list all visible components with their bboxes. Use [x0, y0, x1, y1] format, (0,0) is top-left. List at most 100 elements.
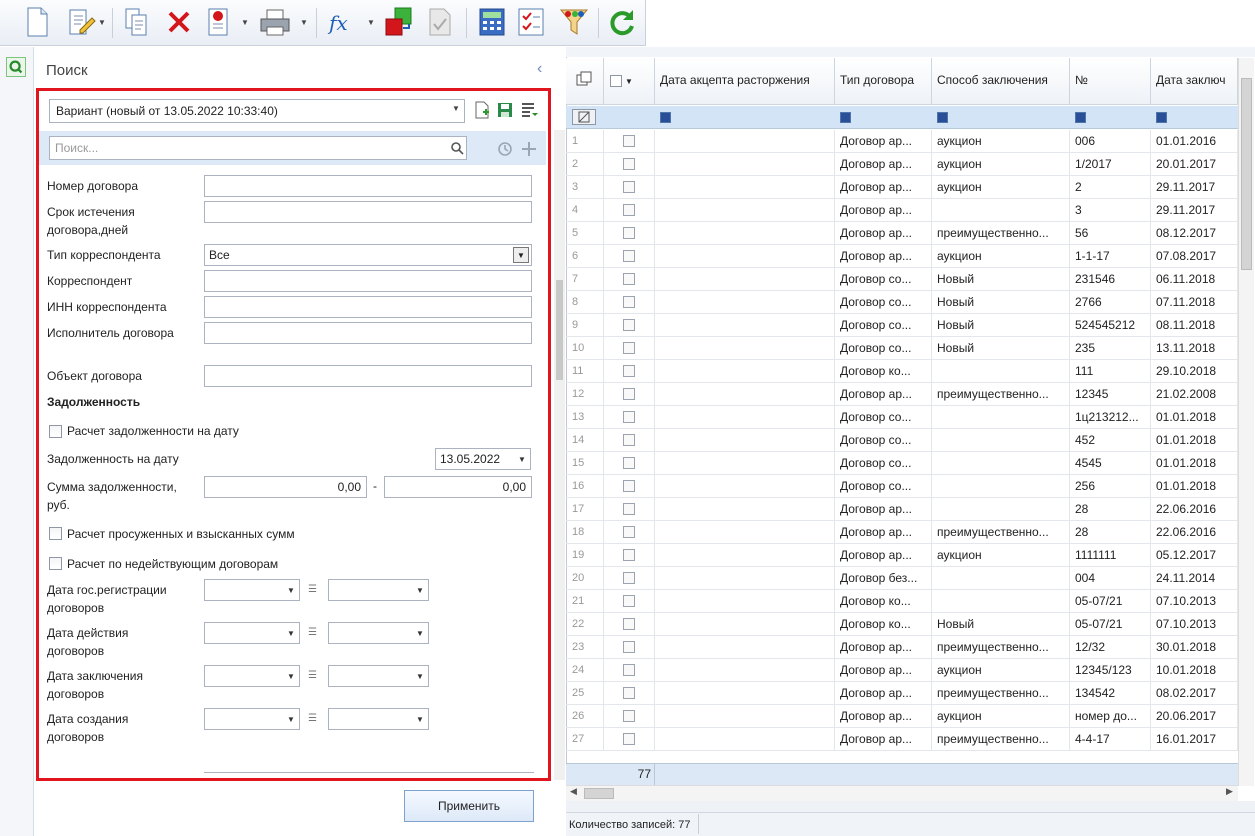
row-checkbox[interactable]: [623, 342, 635, 354]
table-row[interactable]: 16 Договор со... 256 01.01.2018: [566, 475, 1238, 498]
correspondent-input[interactable]: [204, 270, 532, 292]
row-checkbox[interactable]: [623, 181, 635, 193]
executor-input[interactable]: [204, 322, 532, 344]
chevron-down-icon[interactable]: ▼: [416, 586, 424, 595]
table-row[interactable]: 23 Договор ар... преимущественно... 12/32 30…: [566, 636, 1238, 659]
filter-toggle[interactable]: [840, 112, 851, 123]
check-document-icon[interactable]: [425, 6, 455, 38]
print-icon[interactable]: [258, 6, 292, 38]
row-checkbox[interactable]: [623, 250, 635, 262]
col-header-method[interactable]: Способ заключения: [932, 58, 1070, 105]
table-row[interactable]: 26 Договор ар... аукцион номер до... 20.06.2…: [566, 705, 1238, 728]
row-checkbox[interactable]: [623, 480, 635, 492]
new-document-icon[interactable]: [22, 6, 52, 38]
row-checkbox[interactable]: [623, 618, 635, 630]
edit-icon[interactable]: [66, 6, 96, 38]
row-checkbox[interactable]: [623, 526, 635, 538]
column-chooser-icon[interactable]: [575, 70, 593, 88]
debt-sum-to-input[interactable]: 0,00: [384, 476, 532, 498]
debt-sum-from-input[interactable]: 0,00: [204, 476, 367, 498]
row-checkbox[interactable]: [623, 204, 635, 216]
col-header-accept-date[interactable]: Дата акцепта расторжения: [655, 58, 835, 105]
search-icon[interactable]: [450, 141, 464, 155]
range-options-icon[interactable]: ☰: [308, 713, 317, 724]
table-row[interactable]: 18 Договор ар... преимущественно... 28 22.06…: [566, 521, 1238, 544]
row-checkbox[interactable]: [623, 319, 635, 331]
date-creation-from[interactable]: [204, 708, 300, 730]
table-row[interactable]: 11 Договор ко... 111 29.10.2018: [566, 360, 1238, 383]
row-checkbox[interactable]: [623, 549, 635, 561]
panel-scrollbar[interactable]: [554, 130, 565, 780]
table-row[interactable]: 10 Договор со... Новый 235 13.11.2018: [566, 337, 1238, 360]
row-checkbox[interactable]: [623, 135, 635, 147]
certificate-dropdown-icon[interactable]: ▼: [241, 18, 249, 27]
calc-overdue-checkbox[interactable]: [49, 527, 62, 540]
debt-date-picker[interactable]: 13.05.2022: [435, 448, 531, 470]
table-row[interactable]: 13 Договор со... 1ц213212... 01.01.2018: [566, 406, 1238, 429]
delete-icon[interactable]: [165, 6, 193, 38]
grid-splitter[interactable]: [566, 801, 1255, 812]
row-checkbox[interactable]: [623, 503, 635, 515]
table-row[interactable]: 8 Договор со... Новый 2766 07.11.2018: [566, 291, 1238, 314]
date-action-to[interactable]: [328, 622, 429, 644]
scrollbar-thumb[interactable]: [1241, 78, 1252, 270]
formula-icon[interactable]: fx: [326, 6, 356, 38]
chevron-down-icon[interactable]: ▼: [416, 629, 424, 638]
table-row[interactable]: 21 Договор ко... 05-07/21 07.10.2013: [566, 590, 1238, 613]
select-all-header[interactable]: ▼: [604, 58, 655, 105]
row-checkbox[interactable]: [623, 273, 635, 285]
scroll-right-icon[interactable]: ▶: [1226, 786, 1233, 797]
row-checkbox[interactable]: [623, 227, 635, 239]
date-conclusion-to[interactable]: [328, 665, 429, 687]
date-conclusion-from[interactable]: [204, 665, 300, 687]
row-checkbox[interactable]: [623, 388, 635, 400]
correspondent-inn-input[interactable]: [204, 296, 532, 318]
select-all-checkbox[interactable]: [610, 74, 622, 87]
search-tab-icon[interactable]: [6, 57, 26, 77]
variant-list-icon[interactable]: [520, 101, 538, 119]
range-options-icon[interactable]: ☰: [308, 584, 317, 595]
chevron-down-icon[interactable]: ▼: [287, 672, 295, 681]
table-row[interactable]: 27 Договор ар... преимущественно... 4-4-17 1…: [566, 728, 1238, 751]
checklist-icon[interactable]: [516, 6, 546, 38]
variant-select[interactable]: Вариант (новый от 13.05.2022 10:33:40): [49, 99, 465, 123]
row-checkbox[interactable]: [623, 296, 635, 308]
row-checkbox[interactable]: [623, 572, 635, 584]
col-header-contract-type[interactable]: Тип договора: [835, 58, 932, 105]
table-row[interactable]: 9 Договор со... Новый 524545212 08.11.2018: [566, 314, 1238, 337]
apply-button[interactable]: Применить: [404, 790, 534, 822]
date-creation-to[interactable]: [328, 708, 429, 730]
add-variant-icon[interactable]: [474, 101, 490, 119]
copy-icon[interactable]: [122, 6, 152, 38]
grid-horizontal-scrollbar[interactable]: [566, 785, 1238, 801]
table-row[interactable]: 20 Договор без... 004 24.11.2014: [566, 567, 1238, 590]
chevron-down-icon[interactable]: ▼: [416, 715, 424, 724]
row-checkbox[interactable]: [623, 733, 635, 745]
row-checkbox[interactable]: [623, 664, 635, 676]
table-row[interactable]: 5 Договор ар... преимущественно... 56 08.12.…: [566, 222, 1238, 245]
calc-debt-date-checkbox[interactable]: [49, 425, 62, 438]
history-icon[interactable]: [497, 141, 513, 157]
expiry-days-input[interactable]: [204, 201, 532, 223]
row-checkbox[interactable]: [623, 710, 635, 722]
chevron-down-icon[interactable]: ▼: [416, 672, 424, 681]
scrollbar-thumb[interactable]: [584, 788, 614, 799]
row-checkbox[interactable]: [623, 687, 635, 699]
contract-number-input[interactable]: [204, 175, 532, 197]
scrollbar-thumb[interactable]: [556, 280, 563, 380]
object-input[interactable]: [204, 365, 532, 387]
table-row[interactable]: 25 Договор ар... преимущественно... 134542 0…: [566, 682, 1238, 705]
date-action-from[interactable]: [204, 622, 300, 644]
table-row[interactable]: 6 Договор ар... аукцион 1-1-17 07.08.2017: [566, 245, 1238, 268]
transfer-icon[interactable]: [383, 6, 415, 38]
save-variant-icon[interactable]: [497, 101, 513, 119]
col-header-number[interactable]: №: [1070, 58, 1151, 105]
print-dropdown-icon[interactable]: ▼: [300, 18, 308, 27]
row-checkbox[interactable]: [623, 434, 635, 446]
column-chooser-header[interactable]: [566, 58, 604, 105]
collapse-panel-icon[interactable]: ‹: [537, 60, 542, 78]
table-row[interactable]: 14 Договор со... 452 01.01.2018: [566, 429, 1238, 452]
table-row[interactable]: 15 Договор со... 4545 01.01.2018: [566, 452, 1238, 475]
chevron-down-icon[interactable]: ▼: [518, 455, 526, 464]
table-row[interactable]: 2 Договор ар... аукцион 1/2017 20.01.2017: [566, 153, 1238, 176]
